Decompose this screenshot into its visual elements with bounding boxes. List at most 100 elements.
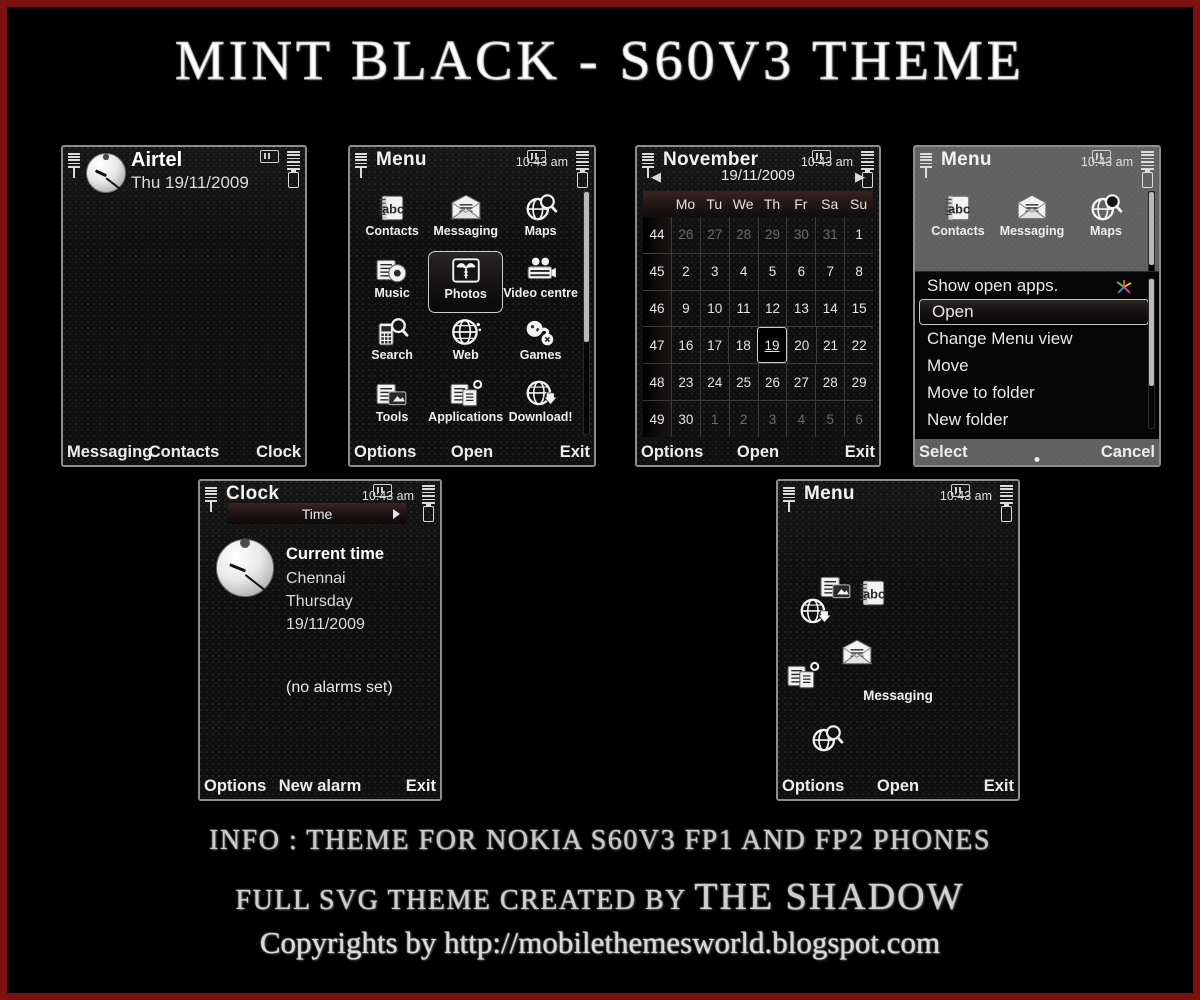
calendar-day-cell[interactable]: 2 — [671, 253, 700, 290]
calendar-day-cell[interactable]: 8 — [844, 253, 873, 290]
download-icon[interactable] — [798, 597, 832, 632]
calendar-day-cell[interactable]: 25 — [728, 364, 758, 401]
softkey-center-dot[interactable] — [1034, 457, 1040, 462]
calendar-day-cell[interactable]: 5 — [757, 253, 787, 290]
calendar-day-cell[interactable]: 1 — [844, 217, 873, 253]
options-popup[interactable]: Show open apps. Open Change Menu view Move M… — [915, 271, 1159, 439]
calendar-day-cell[interactable]: 3 — [757, 401, 787, 437]
calendar-day-cell[interactable]: 28 — [815, 364, 844, 401]
softkey-right[interactable]: Exit — [560, 443, 590, 462]
menu-item-photos[interactable]: Photos — [428, 251, 504, 313]
clock-time-tab[interactable]: Time — [228, 503, 406, 524]
softkey-right[interactable]: Exit — [845, 443, 875, 462]
calendar-day-cell[interactable]: 18 — [728, 327, 757, 364]
menu-item-music[interactable]: Music — [356, 251, 428, 313]
calendar-day-cell[interactable]: 4 — [786, 401, 815, 437]
screen-calendar[interactable]: November 10:43 am ◀ 19/11/2009 ▶ Mo Tu We T… — [635, 145, 881, 467]
maps-icon[interactable] — [810, 724, 844, 759]
menu-item-maps[interactable]: Maps — [1069, 189, 1143, 265]
calendar-day-cell[interactable]: 29 — [844, 364, 873, 401]
menu-item-tools[interactable]: Tools — [356, 375, 428, 437]
prev-month-arrow[interactable]: ◀ — [651, 169, 661, 185]
softkey-right[interactable]: Clock — [256, 443, 301, 462]
calendar-day-cell[interactable]: 23 — [671, 364, 700, 401]
calendar-day-cell[interactable]: 15 — [844, 290, 873, 327]
menu-item-maps[interactable]: Maps — [503, 189, 578, 251]
calendar-day-cell[interactable]: 17 — [699, 327, 729, 364]
option-item-move-to-folder[interactable]: Move to folder — [915, 379, 1159, 406]
softkey-left[interactable]: Options — [782, 777, 844, 796]
menu-item-applications[interactable]: Applications — [428, 375, 503, 437]
screen-standby[interactable]: Airtel Thu 19/11/2009 Messaging Contacts… — [61, 145, 307, 467]
menu-item-messaging[interactable]: Messaging — [428, 189, 503, 251]
calendar-day-cell[interactable]: 12 — [757, 290, 787, 327]
menu-item-video-centre[interactable]: Video centre — [503, 251, 578, 313]
menu-scrollbar[interactable] — [583, 191, 590, 435]
calendar-day-cell[interactable]: 21 — [815, 327, 845, 364]
menu-item-games[interactable]: Games — [503, 313, 578, 375]
option-item-move[interactable]: Move — [915, 352, 1159, 379]
calendar-day-cell[interactable]: 3 — [699, 253, 729, 290]
softkey-right[interactable]: Cancel — [1101, 443, 1155, 462]
messaging-icon[interactable] — [840, 638, 874, 673]
tab-next-arrow-icon[interactable] — [393, 508, 400, 519]
softkey-center[interactable]: New alarm — [279, 777, 362, 796]
menu-item-contacts[interactable]: abc Contacts — [921, 189, 995, 265]
options-scrollbar[interactable] — [1148, 278, 1155, 429]
calendar-day-cell[interactable]: 26 — [671, 217, 700, 253]
option-item-show-open-apps[interactable]: Show open apps. — [915, 272, 1159, 299]
menu-item-download[interactable]: Download! — [503, 375, 578, 437]
option-item-new-folder[interactable]: New folder — [915, 406, 1159, 433]
calendar-day-cell[interactable]: 6 — [844, 401, 873, 437]
horseshoe-icon-layer[interactable]: abc — [778, 481, 1018, 799]
calendar-day-cell[interactable]: 6 — [786, 253, 815, 290]
calendar-day-cell[interactable]: 16 — [671, 327, 700, 364]
calendar-day-cell[interactable]: 24 — [699, 364, 729, 401]
softkey-center[interactable]: Contacts — [149, 443, 220, 462]
calendar-day-cell[interactable]: 10 — [699, 290, 729, 327]
softkey-left[interactable]: Messaging — [67, 443, 152, 462]
calendar-day-cell[interactable]: 5 — [815, 401, 844, 437]
option-item-change-menu-view[interactable]: Change Menu view — [915, 325, 1159, 352]
softkey-right[interactable]: Exit — [984, 777, 1014, 796]
calendar-day-cell[interactable]: 13 — [786, 290, 815, 327]
screen-menu-options[interactable]: Menu 10:43 am abc Contacts Messaging Maps S… — [913, 145, 1161, 467]
calendar-day-cell[interactable]: 4 — [728, 253, 758, 290]
softkey-left[interactable]: Options — [354, 443, 416, 462]
calendar-day-cell[interactable]: 31 — [815, 217, 844, 253]
calendar-day-cell[interactable]: 7 — [815, 253, 844, 290]
screen-clock[interactable]: Clock 10:43 am Time Current time Chennai… — [198, 479, 442, 801]
menu-item-search[interactable]: Search — [356, 313, 428, 375]
softkey-left[interactable]: Select — [919, 443, 968, 462]
softkey-right[interactable]: Exit — [406, 777, 436, 796]
calendar-day-cell[interactable]: 2 — [728, 401, 758, 437]
softkey-center[interactable]: Open — [451, 443, 493, 462]
softkey-center[interactable]: Open — [877, 777, 919, 796]
calendar-day-cell[interactable]: 30 — [786, 217, 815, 253]
calendar-day-cell[interactable]: 30 — [671, 401, 700, 437]
screen-menu-grid[interactable]: Menu 10:43 am abc Contacts Messaging Maps Mu… — [348, 145, 596, 467]
calendar-day-cell[interactable]: 26 — [757, 364, 787, 401]
calendar-day-cell[interactable]: 19 — [757, 327, 787, 364]
calendar-day-cell[interactable]: 27 — [786, 364, 815, 401]
softkey-left[interactable]: Options — [204, 777, 266, 796]
screen-menu-horseshoe[interactable]: Menu 10:43 am abc Messaging Options Open… — [776, 479, 1020, 801]
calendar-day-cell[interactable]: 28 — [728, 217, 758, 253]
calendar-day-cell[interactable]: 11 — [728, 290, 758, 327]
calendar-grid[interactable]: 44 26 27 28 29 30 31 1 45 2 3 4 5 6 7 8 46 9 10 11 12 13 14 15 4… — [643, 217, 873, 437]
softkey-left[interactable]: Options — [641, 443, 703, 462]
softkey-center[interactable]: Open — [737, 443, 779, 462]
menu-item-contacts[interactable]: abc Contacts — [356, 189, 428, 251]
menu-icon-grid[interactable]: abc Contacts Messaging Maps Music Photos Video… — [356, 189, 578, 437]
calendar-day-cell[interactable]: 20 — [786, 327, 816, 364]
menu-item-messaging[interactable]: Messaging — [995, 189, 1069, 265]
calendar-day-cell[interactable]: 14 — [815, 290, 844, 327]
calendar-day-cell[interactable]: 27 — [699, 217, 729, 253]
menu-item-web[interactable]: Web — [428, 313, 503, 375]
calendar-day-cell[interactable]: 1 — [699, 401, 729, 437]
option-item-open[interactable]: Open — [919, 299, 1149, 325]
calendar-day-cell[interactable]: 22 — [844, 327, 873, 364]
calendar-day-cell[interactable]: 29 — [757, 217, 787, 253]
calendar-day-cell[interactable]: 9 — [671, 290, 700, 327]
next-month-arrow[interactable]: ▶ — [855, 169, 865, 185]
